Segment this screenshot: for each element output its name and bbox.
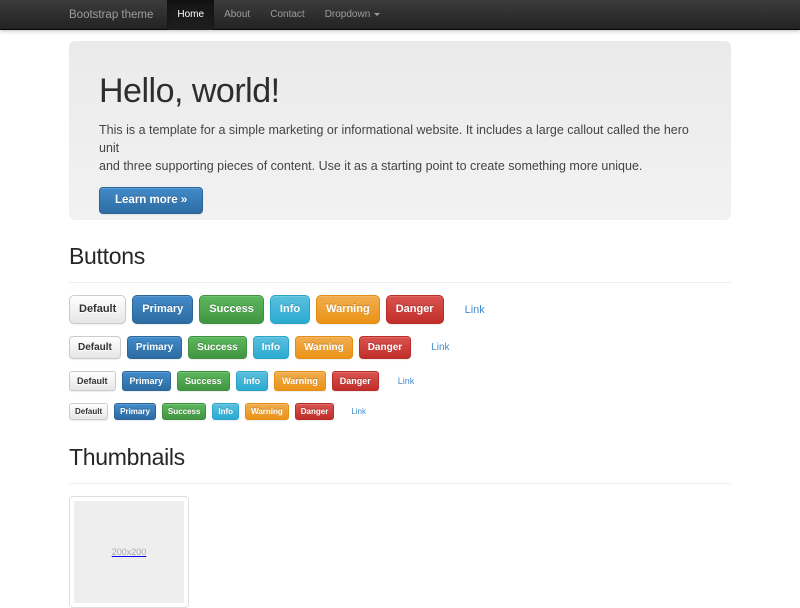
warning-button-xs[interactable]: Warning [245, 403, 289, 420]
nav-item-home-wrap: Home [167, 0, 214, 30]
nav-item-dropdown-label: Dropdown [325, 9, 371, 20]
default-button-small[interactable]: Default [69, 371, 116, 391]
link-button-default[interactable]: Link [423, 337, 457, 359]
link-button-small[interactable]: Link [391, 372, 422, 391]
primary-button-small[interactable]: Primary [122, 371, 172, 391]
danger-button-small[interactable]: Danger [332, 371, 379, 391]
buttons-section-heading: Buttons [69, 243, 731, 283]
main-container: Hello, world! This is a template for a s… [69, 41, 731, 608]
link-button-xs[interactable]: Link [346, 404, 371, 420]
learn-more-button[interactable]: Learn more » [99, 187, 203, 215]
default-button-default[interactable]: Default [69, 336, 121, 359]
hero-description-line1: This is a template for a simple marketin… [99, 121, 709, 157]
warning-button-default[interactable]: Warning [295, 336, 353, 359]
caret-down-icon [374, 13, 380, 16]
button-row-large: Default Primary Success Info Warning Dan… [69, 295, 731, 324]
button-row-extra-small: Default Primary Success Info Warning Dan… [69, 403, 731, 420]
nav-item-home[interactable]: Home [167, 0, 214, 30]
danger-button-xs[interactable]: Danger [295, 403, 335, 420]
warning-button-small[interactable]: Warning [274, 371, 326, 391]
default-button-xs[interactable]: Default [69, 403, 108, 420]
button-row-small: Default Primary Success Info Warning Dan… [69, 371, 731, 391]
nav-item-contact-wrap: Contact [260, 0, 314, 30]
hero-title: Hello, world! [99, 71, 701, 112]
link-button-large[interactable]: Link [456, 296, 494, 324]
button-row-default: Default Primary Success Info Warning Dan… [69, 336, 731, 359]
thumbnails-section-heading: Thumbnails [69, 444, 731, 484]
info-button-xs[interactable]: Info [212, 403, 239, 420]
nav-item-contact[interactable]: Contact [260, 0, 314, 30]
info-button-small[interactable]: Info [236, 371, 269, 391]
navbar: Bootstrap theme Home About Contact Dropd… [0, 0, 800, 30]
primary-button-xs[interactable]: Primary [114, 403, 156, 420]
info-button-default[interactable]: Info [253, 336, 289, 359]
hero-description: This is a template for a simple marketin… [99, 121, 709, 175]
success-button-large[interactable]: Success [199, 295, 264, 324]
danger-button-default[interactable]: Danger [359, 336, 411, 359]
nav-item-about[interactable]: About [214, 0, 260, 30]
info-button-large[interactable]: Info [270, 295, 310, 324]
nav-item-about-wrap: About [214, 0, 260, 30]
navbar-menu: Home About Contact Dropdown [167, 0, 390, 30]
success-button-default[interactable]: Success [188, 336, 247, 359]
hero-description-line2: and three supporting pieces of content. … [99, 157, 709, 175]
thumbnail-item[interactable]: 200x200 [69, 496, 189, 608]
nav-item-dropdown[interactable]: Dropdown [315, 0, 391, 30]
warning-button-large[interactable]: Warning [316, 295, 380, 324]
navbar-brand[interactable]: Bootstrap theme [69, 0, 167, 30]
primary-button-default[interactable]: Primary [127, 336, 182, 359]
success-button-small[interactable]: Success [177, 371, 230, 391]
danger-button-large[interactable]: Danger [386, 295, 444, 324]
navbar-inner: Bootstrap theme Home About Contact Dropd… [69, 0, 731, 30]
default-button-large[interactable]: Default [69, 295, 126, 324]
hero-unit: Hello, world! This is a template for a s… [69, 41, 731, 220]
nav-item-dropdown-wrap: Dropdown [315, 0, 391, 30]
placeholder-image: 200x200 [74, 501, 184, 603]
success-button-xs[interactable]: Success [162, 403, 206, 420]
primary-button-large[interactable]: Primary [132, 295, 193, 324]
